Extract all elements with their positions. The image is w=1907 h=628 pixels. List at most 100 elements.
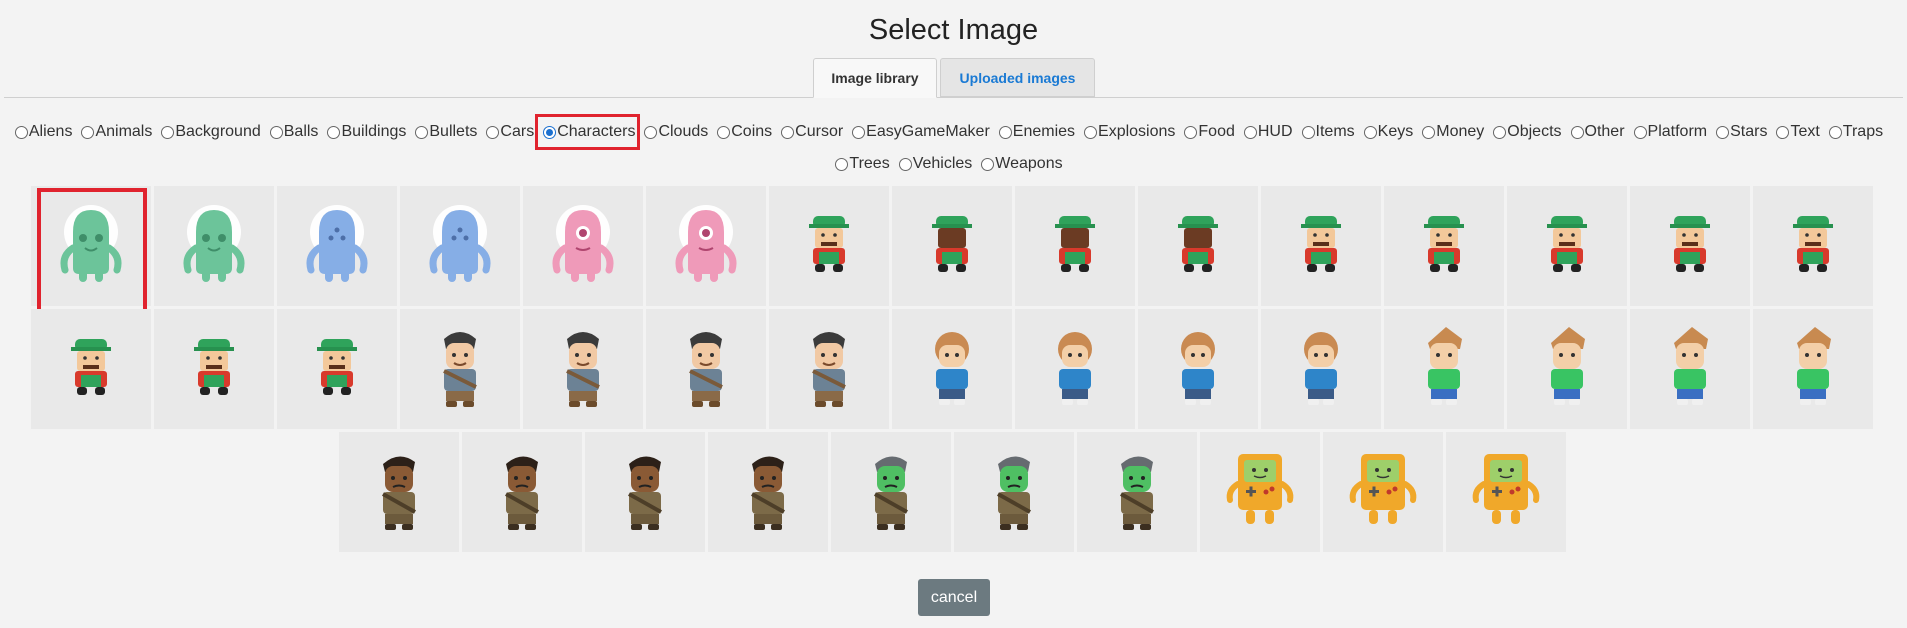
plumber-side-thumbnail[interactable] (1630, 186, 1750, 306)
category-keys[interactable]: Keys (1363, 123, 1413, 141)
radio-button[interactable] (1301, 125, 1315, 139)
girl-blue-thumbnail[interactable] (892, 309, 1012, 429)
girl-blue-thumbnail[interactable] (1015, 309, 1135, 429)
radio-button[interactable] (835, 157, 849, 171)
plumber-side-thumbnail[interactable] (1753, 186, 1873, 306)
brawler-dark-thumbnail[interactable] (584, 432, 705, 552)
alien-pink-thumbnail[interactable] (646, 186, 766, 306)
adventurer-thumbnail[interactable] (523, 309, 643, 429)
handheld-console-thumbnail[interactable] (1322, 432, 1443, 552)
radio-button[interactable] (14, 125, 28, 139)
alien-green-thumbnail[interactable] (31, 186, 151, 313)
category-cursor[interactable]: Cursor (781, 123, 843, 141)
radio-button[interactable] (1363, 125, 1377, 139)
category-easygamemaker[interactable]: EasyGameMaker (852, 123, 990, 141)
category-coins[interactable]: Coins (717, 123, 772, 141)
radio-button[interactable] (415, 125, 429, 139)
category-vehicles[interactable]: Vehicles (898, 155, 972, 173)
category-background[interactable]: Background (161, 123, 261, 141)
category-hud[interactable]: HUD (1243, 123, 1293, 141)
category-traps[interactable]: Traps (1828, 123, 1883, 141)
radio-button[interactable] (1243, 125, 1257, 139)
radio-button[interactable] (1633, 125, 1647, 139)
category-other[interactable]: Other (1570, 123, 1625, 141)
plumber-side-thumbnail[interactable] (1384, 186, 1504, 306)
girl-blue-thumbnail[interactable] (1138, 309, 1258, 429)
cancel-button[interactable]: cancel (918, 579, 990, 616)
plumber-thumbnail[interactable] (277, 309, 397, 429)
radio-button[interactable] (644, 125, 658, 139)
adventurer-thumbnail[interactable] (769, 309, 889, 429)
handheld-console-thumbnail[interactable] (1199, 432, 1320, 552)
adventurer-thumbnail[interactable] (646, 309, 766, 429)
radio-button[interactable] (781, 125, 795, 139)
radio-button[interactable] (486, 125, 500, 139)
zombie-green-thumbnail[interactable] (830, 432, 951, 552)
radio-button[interactable] (1184, 125, 1198, 139)
radio-button[interactable] (898, 157, 912, 171)
category-money[interactable]: Money (1422, 123, 1484, 141)
radio-button[interactable] (1570, 125, 1584, 139)
category-animals[interactable]: Animals (81, 123, 152, 141)
radio-button[interactable] (81, 125, 95, 139)
plumber-thumbnail[interactable] (769, 186, 889, 306)
category-weapons[interactable]: Weapons (981, 155, 1063, 173)
radio-button[interactable] (1828, 125, 1842, 139)
plumber-back-thumbnail[interactable] (1015, 186, 1135, 306)
plumber-back-thumbnail[interactable] (892, 186, 1012, 306)
category-objects[interactable]: Objects (1493, 123, 1562, 141)
boy-green-thumbnail[interactable] (1753, 309, 1873, 429)
boy-green-thumbnail[interactable] (1507, 309, 1627, 429)
plumber-back-thumbnail[interactable] (1138, 186, 1258, 306)
brawler-dark-thumbnail[interactable] (461, 432, 582, 552)
category-label: Items (1315, 123, 1355, 140)
plumber-side-thumbnail[interactable] (31, 309, 151, 429)
plumber-side-thumbnail[interactable] (1507, 186, 1627, 306)
category-buildings[interactable]: Buildings (327, 123, 406, 141)
radio-button[interactable] (161, 125, 175, 139)
category-balls[interactable]: Balls (269, 123, 318, 141)
girl-blue-thumbnail[interactable] (1261, 309, 1381, 429)
adventurer-thumbnail[interactable] (400, 309, 520, 429)
category-platform[interactable]: Platform (1633, 123, 1707, 141)
radio-button[interactable] (327, 125, 341, 139)
radio-button[interactable] (998, 125, 1012, 139)
tab-image-library[interactable]: Image library (813, 58, 937, 98)
category-enemies[interactable]: Enemies (998, 123, 1075, 141)
radio-button[interactable] (269, 125, 283, 139)
radio-button[interactable] (1776, 125, 1790, 139)
handheld-console-thumbnail[interactable] (1445, 432, 1566, 552)
alien-blue-thumbnail[interactable] (277, 186, 397, 306)
plumber-thumbnail[interactable] (154, 309, 274, 429)
radio-button[interactable] (1084, 125, 1098, 139)
category-clouds[interactable]: Clouds (644, 123, 708, 141)
alien-green-thumbnail[interactable] (154, 186, 274, 306)
category-aliens[interactable]: Aliens (14, 123, 72, 141)
category-stars[interactable]: Stars (1716, 123, 1767, 141)
brawler-dark-thumbnail[interactable] (338, 432, 459, 552)
alien-pink-thumbnail[interactable] (523, 186, 643, 306)
category-bullets[interactable]: Bullets (415, 123, 477, 141)
category-food[interactable]: Food (1184, 123, 1235, 141)
category-items[interactable]: Items (1301, 123, 1355, 141)
brawler-dark-thumbnail[interactable] (707, 432, 828, 552)
radio-button[interactable] (852, 125, 866, 139)
boy-green-thumbnail[interactable] (1384, 309, 1504, 429)
boy-green-thumbnail[interactable] (1630, 309, 1750, 429)
zombie-green-thumbnail[interactable] (1076, 432, 1197, 552)
alien-blue-thumbnail[interactable] (400, 186, 520, 306)
category-trees[interactable]: Trees (835, 155, 890, 173)
zombie-green-thumbnail[interactable] (953, 432, 1074, 552)
category-text[interactable]: Text (1776, 123, 1820, 141)
radio-button[interactable] (717, 125, 731, 139)
category-characters[interactable]: Characters (535, 114, 641, 150)
tab-uploaded-images[interactable]: Uploaded images (940, 58, 1095, 97)
radio-button[interactable] (543, 125, 557, 139)
radio-button[interactable] (1716, 125, 1730, 139)
plumber-side-thumbnail[interactable] (1261, 186, 1381, 306)
category-explosions[interactable]: Explosions (1084, 123, 1175, 141)
radio-button[interactable] (981, 157, 995, 171)
category-cars[interactable]: Cars (486, 123, 534, 141)
radio-button[interactable] (1422, 125, 1436, 139)
radio-button[interactable] (1493, 125, 1507, 139)
